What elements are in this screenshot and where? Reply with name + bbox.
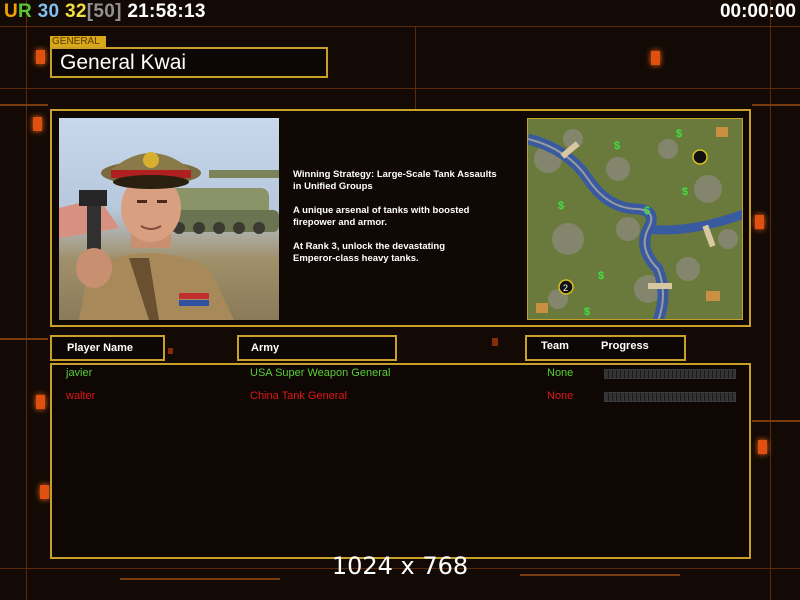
hud-fps-b: 32	[64, 1, 87, 22]
hud-clock: 21:58:13	[127, 1, 206, 22]
player-name: javier	[66, 367, 93, 379]
description-arsenal: A unique arsenal of tanks with boosted f…	[293, 205, 470, 228]
svg-text:$: $	[644, 205, 650, 217]
player-army[interactable]: China Tank General	[250, 390, 347, 402]
player-team[interactable]: None	[547, 367, 573, 379]
svg-text:$: $	[558, 200, 564, 212]
hud-performance-stats: UR 30 32[50] 21:58:13	[4, 1, 206, 23]
player-name: walter	[66, 390, 96, 402]
column-header-team: Team	[541, 340, 569, 352]
player-progress-bar	[604, 369, 736, 379]
general-portrait	[59, 118, 279, 320]
svg-text:$: $	[682, 186, 688, 198]
general-description: Winning Strategy: Large-Scale Tank Assau…	[293, 169, 523, 277]
hud-prefix-r: R	[18, 1, 33, 22]
general-name: General Kwai	[50, 47, 328, 78]
player-army[interactable]: USA Super Weapon General	[250, 367, 390, 379]
hud-fps-limit: [50]	[86, 1, 122, 22]
map-slot-2[interactable]: 2	[563, 283, 568, 293]
column-header-player-name: Player Name	[50, 335, 165, 361]
hud-fps-a: 30	[37, 1, 60, 22]
description-rank-unlock: At Rank 3, unlock the devastating Empero…	[293, 241, 446, 264]
player-team[interactable]: None	[547, 390, 573, 402]
svg-text:$: $	[584, 306, 590, 318]
column-header-progress: Progress	[601, 340, 649, 352]
resolution-overlay: 1024 x 768	[331, 552, 469, 580]
svg-text:$: $	[598, 270, 604, 282]
map-slot-1[interactable]: 1	[697, 153, 702, 163]
svg-text:$: $	[676, 128, 682, 140]
column-header-team-progress: Team Progress	[525, 335, 686, 361]
hud-prefix: U	[4, 1, 19, 22]
map-preview[interactable]: $ $ $ $ $ $ $ 1 2	[527, 118, 743, 320]
svg-text:$: $	[614, 140, 620, 152]
hud-timer: 00:00:00	[719, 1, 796, 22]
player-progress-bar	[604, 392, 736, 402]
column-header-army: Army	[237, 335, 397, 361]
description-strategy: Winning Strategy: Large-Scale Tank Assau…	[293, 169, 497, 192]
